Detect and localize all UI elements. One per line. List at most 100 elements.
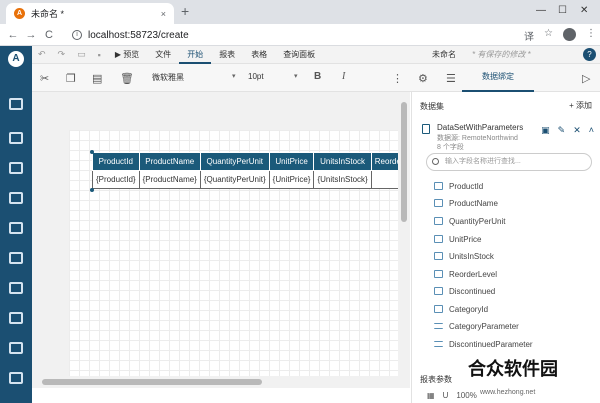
- list-item[interactable]: ProductId: [434, 179, 483, 193]
- tab-data-binding[interactable]: 数据绑定: [462, 64, 534, 92]
- more-icon[interactable]: ⋮: [392, 72, 403, 85]
- search-icon: [432, 158, 439, 165]
- database-icon[interactable]: ☰: [446, 72, 456, 85]
- tab-close-icon[interactable]: ×: [161, 9, 166, 19]
- vertical-scroll-thumb[interactable]: [401, 102, 407, 222]
- container-icon[interactable]: [9, 372, 23, 384]
- design-canvas[interactable]: ProductId ProductName QuantityPerUnit Un…: [32, 92, 410, 388]
- field-icon: [434, 217, 443, 225]
- text-icon[interactable]: [9, 132, 23, 144]
- resize-handle[interactable]: [90, 150, 94, 154]
- delete-icon[interactable]: 🗑: [120, 72, 134, 85]
- report-parameters-title[interactable]: 报表参数: [420, 374, 452, 385]
- list-item[interactable]: CategoryId: [434, 302, 488, 316]
- field-label: QuantityPerUnit: [449, 216, 506, 226]
- header-cell[interactable]: ProductName: [138, 152, 201, 171]
- font-family-select[interactable]: 微软雅黑: [152, 72, 184, 83]
- app-favicon-icon: A: [14, 8, 25, 19]
- new-tab-button[interactable]: +: [181, 3, 189, 19]
- horizontal-scroll-thumb[interactable]: [42, 379, 262, 385]
- browser-tab[interactable]: A 未命名 * ×: [6, 3, 174, 24]
- save-icon[interactable]: ▪: [92, 50, 107, 60]
- table-icon[interactable]: [9, 162, 23, 174]
- maximize-icon[interactable]: ☐: [558, 5, 567, 16]
- field-label: Discontinued: [449, 286, 496, 296]
- chevron-up-icon[interactable]: ˄: [589, 125, 594, 136]
- tab-report[interactable]: 报表: [211, 46, 243, 64]
- detail-cell[interactable]: {QuantityPerUnit}: [199, 170, 270, 189]
- field-label: DiscontinuedParameter: [449, 339, 533, 349]
- dataset-actions: ▣ ✎ ✕ ˄: [541, 125, 594, 136]
- tab-table[interactable]: 表格: [243, 46, 275, 64]
- header-cell[interactable]: QuantityPerUnit: [199, 152, 270, 171]
- gear-icon[interactable]: ⚙: [418, 72, 428, 85]
- resize-handle[interactable]: [90, 188, 94, 192]
- watermark-url: www.hezhong.net: [480, 389, 536, 396]
- field-search-input[interactable]: 输入字段名称进行查找...: [426, 153, 592, 171]
- subreport-icon[interactable]: [9, 342, 23, 354]
- list-item[interactable]: DiscontinuedParameter: [434, 337, 533, 351]
- detail-cell[interactable]: {ProductName}: [138, 170, 201, 189]
- reload-button[interactable]: C: [40, 29, 58, 41]
- undo-icon[interactable]: ↶: [32, 49, 52, 60]
- chevron-down-icon[interactable]: ▾: [294, 72, 298, 80]
- list-item[interactable]: UnitsInStock: [434, 249, 494, 263]
- detail-cell[interactable]: {UnitPrice}: [268, 170, 315, 189]
- close-icon[interactable]: ✕: [573, 125, 581, 136]
- preview-button[interactable]: ▶ 预览: [107, 46, 147, 64]
- url-field[interactable]: i localhost:58723/create: [72, 27, 189, 43]
- star-icon[interactable]: ☆: [544, 28, 553, 43]
- open-icon[interactable]: ▭: [71, 49, 92, 60]
- bold-button[interactable]: B: [314, 71, 321, 82]
- detail-cell[interactable]: {ProductId}: [92, 170, 140, 189]
- add-dataset-button[interactable]: + 添加: [569, 100, 592, 111]
- list-item[interactable]: ReorderLevel: [434, 267, 497, 281]
- menu-bar: ↶ ↷ ▭ ▪ ▶ 预览 文件 开始 报表 表格 查询面板 未命名 * 有保存的…: [32, 46, 600, 64]
- report-page[interactable]: ProductId ProductName QuantityPerUnit Un…: [69, 130, 405, 388]
- header-cell[interactable]: UnitPrice: [268, 152, 315, 171]
- tab-title: 未命名 *: [31, 9, 65, 19]
- list-item[interactable]: QuantityPerUnit: [434, 214, 505, 228]
- list-item[interactable]: CategoryParameter: [434, 319, 519, 333]
- list-icon[interactable]: [9, 312, 23, 324]
- header-cell[interactable]: ProductId: [92, 152, 140, 171]
- italic-button[interactable]: I: [342, 71, 345, 82]
- site-info-icon[interactable]: i: [72, 30, 82, 40]
- hierarchy-icon[interactable]: [9, 98, 23, 110]
- list-item[interactable]: ProductName: [434, 196, 498, 210]
- forward-button[interactable]: →: [22, 29, 40, 41]
- grid-icon[interactable]: [9, 192, 23, 204]
- tab-start[interactable]: 开始: [179, 46, 212, 64]
- dataset-name[interactable]: DataSetWithParameters: [437, 123, 523, 132]
- back-button[interactable]: ←: [4, 29, 22, 41]
- pencil-icon[interactable]: ✎: [558, 125, 566, 136]
- magnet-icon[interactable]: U: [443, 391, 449, 400]
- tab-file[interactable]: 文件: [147, 46, 179, 64]
- tab-query-panel[interactable]: 查询面板: [275, 46, 323, 64]
- app-logo-icon[interactable]: A: [8, 51, 24, 67]
- collapse-panel-icon[interactable]: ▷: [582, 72, 590, 85]
- minimize-icon[interactable]: —: [536, 5, 546, 16]
- edit-query-icon[interactable]: ▣: [541, 125, 550, 136]
- image-icon[interactable]: [9, 282, 23, 294]
- chevron-down-icon[interactable]: ▾: [232, 72, 236, 80]
- header-cell[interactable]: UnitsInStock: [313, 152, 372, 171]
- close-window-icon[interactable]: ✕: [580, 5, 588, 16]
- detail-cell[interactable]: {UnitsInStock}: [313, 170, 372, 189]
- report-table[interactable]: ProductId ProductName QuantityPerUnit Un…: [92, 152, 405, 189]
- profile-avatar[interactable]: [563, 28, 576, 41]
- list-item[interactable]: Discontinued: [434, 284, 495, 298]
- list-item[interactable]: UnitPrice: [434, 232, 481, 246]
- textbox-icon[interactable]: [9, 252, 23, 264]
- grid-toggle-icon[interactable]: ▦: [427, 391, 435, 400]
- copy-icon[interactable]: ❐: [66, 72, 76, 85]
- redo-icon[interactable]: ↷: [52, 49, 72, 60]
- help-icon[interactable]: ?: [583, 48, 596, 61]
- cut-icon[interactable]: ✂: [40, 72, 49, 85]
- paste-icon[interactable]: ▤: [92, 72, 102, 85]
- browser-menu-icon[interactable]: ⋮: [586, 28, 596, 43]
- chart-icon[interactable]: [9, 222, 23, 234]
- font-size-select[interactable]: 10pt: [248, 72, 264, 81]
- translate-icon[interactable]: 译: [524, 28, 534, 43]
- zoom-level[interactable]: 100%: [456, 391, 476, 400]
